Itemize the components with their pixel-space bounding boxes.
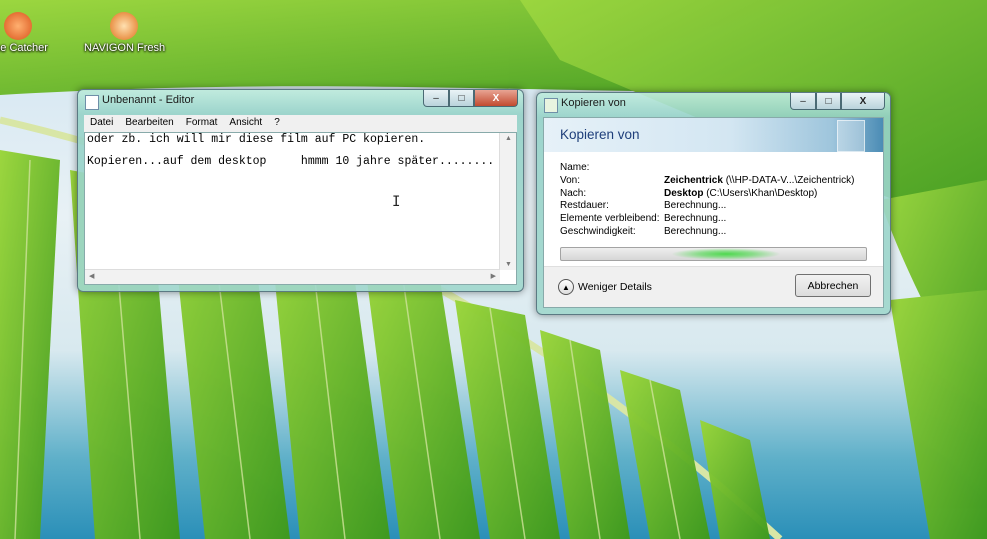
detail-row-name: Name: <box>560 162 854 175</box>
detail-bold: Zeichentrick <box>664 174 723 186</box>
detail-bold: Desktop <box>664 187 704 199</box>
notepad-menubar: Datei Bearbeiten Format Ansicht ? <box>84 115 517 132</box>
vertical-scrollbar[interactable]: ▲ ▼ <box>499 133 516 270</box>
detail-row-from: Von: Zeichentrick (\\HP-DATA-V...\Zeiche… <box>560 175 854 188</box>
copy-app-icon <box>544 98 558 113</box>
notepad-text-area[interactable]: oder zb. ich will mir diese film auf PC … <box>84 132 517 285</box>
detail-row-items-remaining: Elemente verbleibend: Berechnung... <box>560 213 854 226</box>
maximize-button[interactable]: □ <box>449 90 474 107</box>
navigon-fresh-icon <box>110 12 138 40</box>
detail-row-remaining-time: Restdauer: Berechnung... <box>560 200 854 213</box>
detail-value: (C:\Users\Khan\Desktop) <box>703 187 818 199</box>
desktop-icon-tube-catcher[interactable]: ube Catcher <box>0 12 58 54</box>
scroll-down-icon[interactable]: ▼ <box>505 261 512 268</box>
detail-key: Elemente verbleibend: <box>560 213 660 225</box>
cancel-button[interactable]: Abbrechen <box>795 274 871 297</box>
desktop-icon-label: NAVIGON Fresh <box>84 42 166 54</box>
copy-progress-bar <box>560 247 867 261</box>
menu-ansicht[interactable]: Ansicht <box>223 115 268 132</box>
progress-marquee-glow <box>671 248 781 260</box>
detail-key: Nach: <box>560 187 587 199</box>
fewer-details-label: Weniger Details <box>578 281 652 293</box>
text-line: Kopieren...auf dem desktop hmmm 10 jahre… <box>87 155 495 168</box>
desktop-icon-navigon-fresh[interactable]: NAVIGON Fresh <box>84 12 166 54</box>
menu-format[interactable]: Format <box>180 115 224 132</box>
copy-dialog-heading: Kopieren von <box>560 127 640 142</box>
scroll-right-icon[interactable]: ▶ <box>491 272 496 280</box>
menu-datei[interactable]: Datei <box>84 115 119 132</box>
minimize-button[interactable]: – <box>423 90 449 107</box>
desktop-icon-label: ube Catcher <box>0 42 48 54</box>
detail-key: Name: <box>560 162 590 173</box>
notepad-window: Unbenannt - Editor – □ X Datei Bearbeite… <box>77 89 524 292</box>
detail-value: Berechnung... <box>664 213 727 225</box>
horizontal-scrollbar[interactable]: ◀ ▶ <box>85 269 500 284</box>
scroll-left-icon[interactable]: ◀ <box>89 272 94 280</box>
minimize-button[interactable]: – <box>790 93 816 110</box>
detail-key: Restdauer: <box>560 200 609 212</box>
fewer-details-toggle[interactable]: ▲ Weniger Details <box>558 279 652 295</box>
notepad-app-icon <box>85 95 99 110</box>
detail-key: Geschwindigkeit: <box>560 225 636 237</box>
detail-value: Berechnung... <box>664 200 727 212</box>
copy-dialog-title: Kopieren von <box>561 97 626 109</box>
copy-dialog-titlebar[interactable]: Kopieren von – □ X <box>537 93 890 115</box>
detail-value: (\\HP-DATA-V...\Zeichentrick) <box>722 174 855 186</box>
copy-details: Name: Von: Zeichentrick (\\HP-DATA-V...\… <box>560 162 854 239</box>
notepad-title: Unbenannt - Editor <box>102 94 195 106</box>
chevron-up-icon[interactable]: ▲ <box>558 279 574 295</box>
close-button[interactable]: X <box>841 93 885 110</box>
copy-dialog-body: Kopieren von Name: Von: Zeichentrick (\\… <box>543 117 884 308</box>
menu-bearbeiten[interactable]: Bearbeiten <box>119 115 179 132</box>
text-cursor-icon: I <box>392 194 401 210</box>
copy-dialog-window: Kopieren von – □ X Kopieren von Name: Vo… <box>536 92 891 315</box>
close-button[interactable]: X <box>474 90 518 107</box>
header-decoration-icon <box>837 120 865 152</box>
scroll-up-icon[interactable]: ▲ <box>505 135 512 142</box>
maximize-button[interactable]: □ <box>816 93 841 110</box>
copy-dialog-footer: ▲ Weniger Details Abbrechen <box>544 266 883 307</box>
tube-catcher-icon <box>4 12 32 40</box>
copy-dialog-header: Kopieren von <box>544 118 883 152</box>
detail-row-to: Nach: Desktop (C:\Users\Khan\Desktop) <box>560 188 854 201</box>
notepad-titlebar[interactable]: Unbenannt - Editor – □ X <box>78 90 523 112</box>
menu-help[interactable]: ? <box>268 115 286 132</box>
text-line: oder zb. ich will mir diese film auf PC … <box>87 133 426 146</box>
detail-key: Von: <box>560 174 581 186</box>
detail-value: Berechnung... <box>664 225 727 237</box>
detail-row-speed: Geschwindigkeit: Berechnung... <box>560 226 854 239</box>
